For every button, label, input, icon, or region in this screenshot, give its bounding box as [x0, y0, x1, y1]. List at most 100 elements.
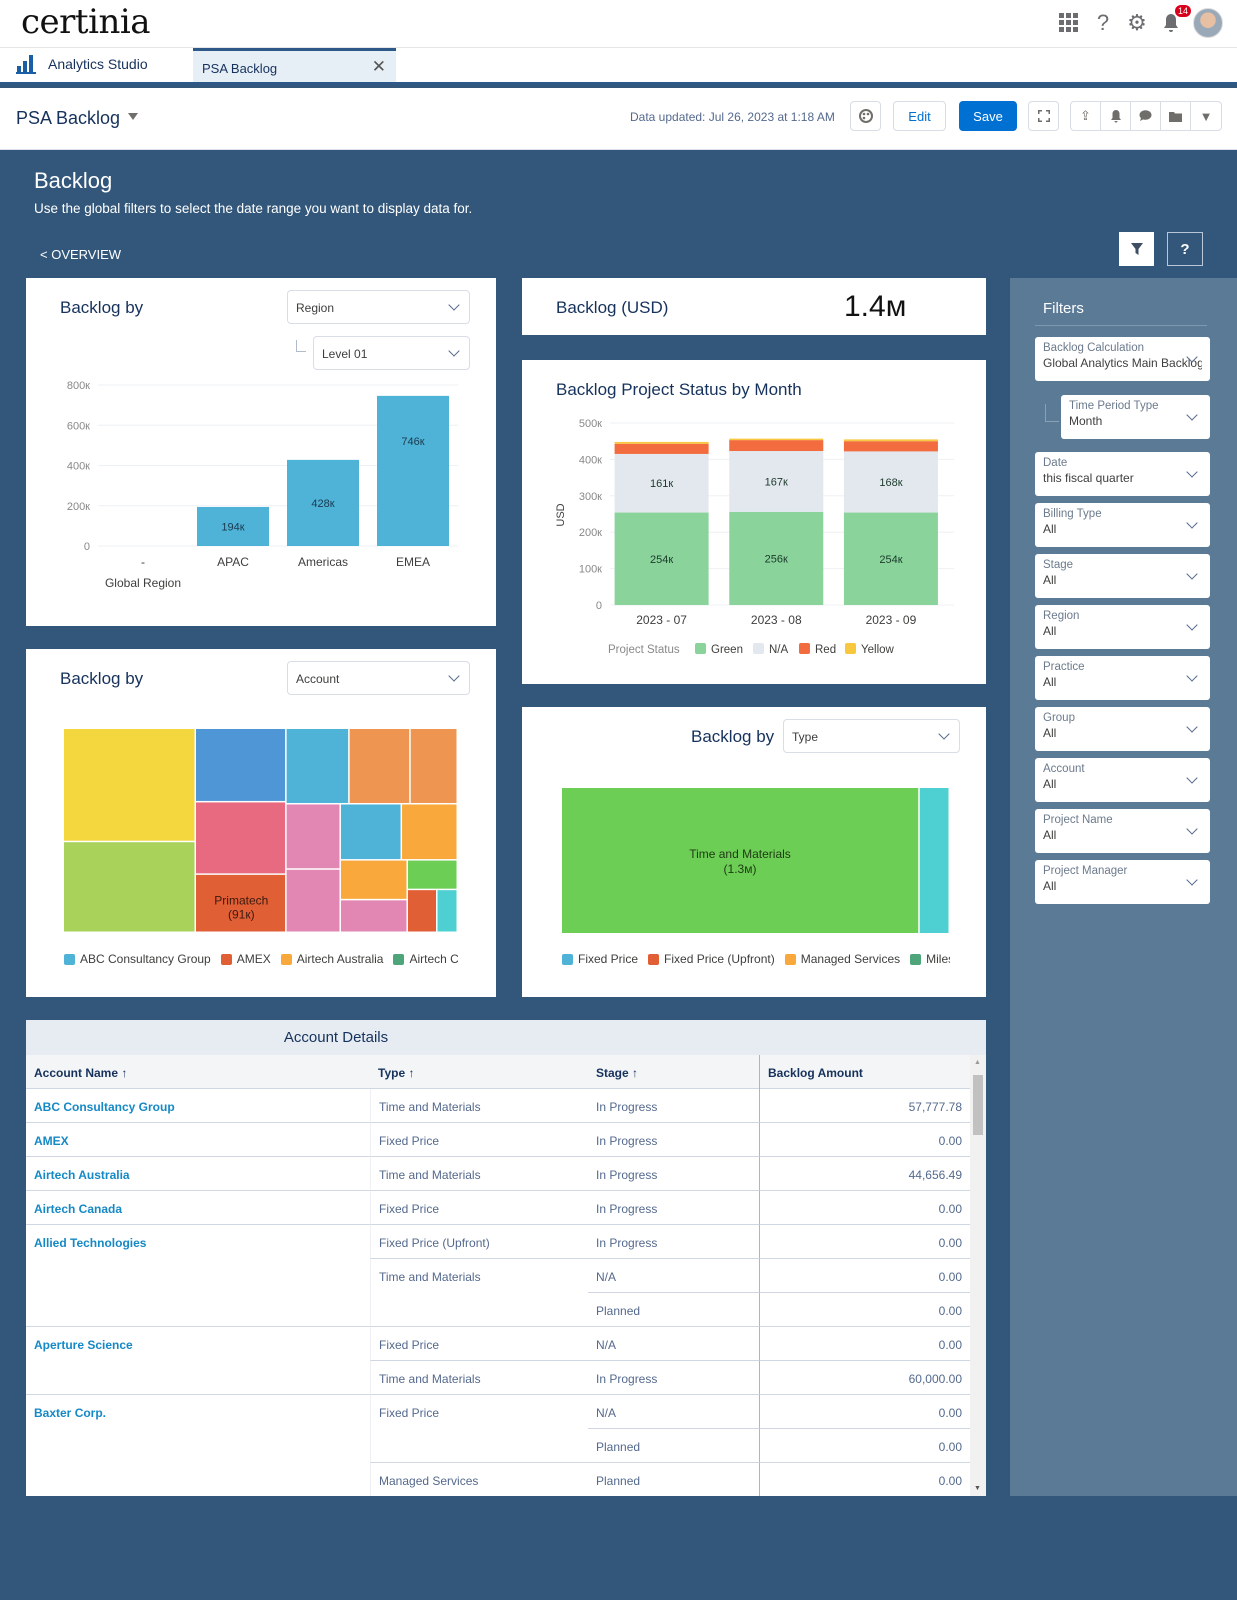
column-header[interactable]: Stage ↑: [588, 1055, 759, 1089]
stacked-segment-yellow[interactable]: [843, 439, 938, 442]
cell-account[interactable]: Aperture Science: [26, 1327, 370, 1361]
app-launcher-icon[interactable]: [1057, 11, 1081, 35]
legend-label[interactable]: N/A: [769, 644, 789, 656]
filter-account[interactable]: Account All: [1035, 758, 1210, 802]
account-treemap: Primatech(91к): [64, 729, 457, 932]
cell-account[interactable]: AMEX: [26, 1123, 370, 1157]
cell-amount: 0.00: [759, 1463, 970, 1496]
filter-billing-type[interactable]: Billing Type All: [1035, 503, 1210, 547]
fullscreen-button[interactable]: [1028, 101, 1059, 131]
level-select[interactable]: Level 01: [313, 336, 470, 370]
notifications-bell-icon[interactable]: 14: [1159, 5, 1191, 35]
share-icon[interactable]: ⇪: [1071, 102, 1101, 130]
treemap-tile[interactable]: [286, 804, 340, 869]
cell-account[interactable]: Airtech Australia: [26, 1157, 370, 1191]
filter-label: Region: [1043, 610, 1080, 622]
tile-value: (1.3м): [724, 862, 757, 876]
group-by-select[interactable]: Region: [287, 290, 470, 324]
filter-stage[interactable]: Stage All: [1035, 554, 1210, 598]
legend-item[interactable]: AMEX: [220, 952, 271, 966]
y-tick-label: 0: [596, 600, 602, 612]
treemap-tile[interactable]: [349, 729, 410, 803]
scrollbar-thumb[interactable]: [973, 1075, 983, 1135]
cell-account[interactable]: Airtech Canada: [26, 1191, 370, 1225]
treemap-tile[interactable]: [437, 890, 457, 932]
edit-button[interactable]: Edit: [893, 101, 946, 131]
y-tick-label: 0: [84, 541, 90, 553]
column-header[interactable]: Type ↑: [370, 1055, 588, 1089]
setup-gear-icon[interactable]: ⚙: [1125, 10, 1149, 35]
certinia-logo[interactable]: certinia: [21, 2, 151, 42]
treemap-tile[interactable]: [195, 729, 286, 801]
treemap-tile[interactable]: [195, 802, 286, 874]
legend-item[interactable]: ABC Consultancy Group: [64, 952, 211, 966]
column-header[interactable]: Account Name ↑: [26, 1055, 370, 1089]
treemap-tile[interactable]: [286, 869, 340, 932]
legend-item[interactable]: Fixed Price: [562, 952, 638, 966]
legend-item[interactable]: Airtech Australia: [280, 952, 383, 966]
group-by-select[interactable]: Type: [783, 719, 960, 753]
more-caret-icon[interactable]: ▼: [1191, 102, 1221, 130]
stacked-segment-red[interactable]: [843, 441, 938, 452]
legend-label[interactable]: Yellow: [861, 644, 895, 656]
table-scrollbar[interactable]: ▲ ▼: [970, 1055, 986, 1496]
filter-date[interactable]: Date this fiscal quarter: [1035, 452, 1210, 496]
legend-item[interactable]: Milesto: [910, 952, 950, 966]
treemap-tile[interactable]: [340, 900, 407, 932]
help-button[interactable]: ?: [1167, 232, 1203, 266]
legend-label[interactable]: Green: [711, 644, 743, 656]
save-button[interactable]: Save: [959, 101, 1017, 131]
treemap-tile[interactable]: [402, 804, 457, 860]
filter-project-manager[interactable]: Project Manager All: [1035, 860, 1210, 904]
filter-time-period-type[interactable]: Time Period Type Month: [1061, 395, 1210, 439]
app-name[interactable]: Analytics Studio: [16, 54, 148, 74]
toggle-filters-button[interactable]: [1119, 232, 1154, 266]
column-header[interactable]: Backlog Amount: [759, 1055, 970, 1089]
scroll-up-icon[interactable]: ▲: [974, 1059, 981, 1066]
treemap-tile[interactable]: [407, 890, 437, 932]
x-tick-label: 2023 - 08: [751, 613, 802, 627]
stacked-segment-red[interactable]: [729, 440, 824, 452]
treemap-tile[interactable]: [64, 729, 195, 841]
tab-psa-backlog[interactable]: PSA Backlog ✕: [193, 48, 396, 82]
chevron-down-icon: [448, 299, 460, 311]
backlog-by-type-card: Backlog by Type Time and Materials (1.3м)…: [522, 707, 986, 997]
treemap-tile[interactable]: [407, 860, 457, 889]
close-tab-icon[interactable]: ✕: [372, 57, 386, 77]
help-icon[interactable]: ?: [1091, 10, 1115, 35]
treemap-tile[interactable]: [340, 860, 407, 899]
treemap-tile[interactable]: [410, 729, 457, 803]
scroll-down-icon[interactable]: ▼: [974, 1485, 981, 1492]
group-by-select[interactable]: Account: [287, 661, 470, 695]
cell-account[interactable]: ABC Consultancy Group: [26, 1089, 370, 1123]
folder-icon[interactable]: [1161, 102, 1191, 130]
dashboard-menu-caret-icon[interactable]: [128, 113, 138, 120]
filter-project-name[interactable]: Project Name All: [1035, 809, 1210, 853]
filter-backlog-calculation[interactable]: Backlog Calculation Global Analytics Main…: [1035, 337, 1210, 381]
legend-item[interactable]: Managed Services: [784, 952, 900, 966]
stacked-segment-red[interactable]: [614, 443, 709, 454]
cell-account[interactable]: Allied Technologies: [26, 1225, 370, 1259]
theme-palette-button[interactable]: [850, 101, 881, 131]
stacked-segment-yellow[interactable]: [729, 438, 824, 441]
filter-label: Account: [1043, 763, 1085, 775]
filter-region[interactable]: Region All: [1035, 605, 1210, 649]
cell-account[interactable]: Baxter Corp.: [26, 1395, 370, 1429]
filter-group[interactable]: Group All: [1035, 707, 1210, 751]
overview-link[interactable]: < OVERVIEW: [40, 247, 121, 262]
stacked-segment-yellow[interactable]: [614, 441, 709, 444]
comment-icon[interactable]: [1131, 102, 1161, 130]
treemap-tile[interactable]: [340, 804, 401, 860]
treemap-tile[interactable]: [64, 842, 195, 932]
cell-amount: 0.00: [759, 1259, 970, 1293]
legend-item[interactable]: Fixed Price (Upfront): [648, 952, 775, 966]
user-avatar[interactable]: [1193, 8, 1223, 38]
legend-label[interactable]: Red: [815, 644, 836, 656]
filter-practice[interactable]: Practice All: [1035, 656, 1210, 700]
subscribe-bell-icon[interactable]: [1101, 102, 1131, 130]
legend-item[interactable]: Airtech Can: [393, 952, 458, 966]
treemap-tile[interactable]: [286, 729, 349, 803]
bar-emea[interactable]: [377, 395, 449, 546]
treemap-tile-other[interactable]: [919, 788, 949, 933]
y-tick-label: 300к: [579, 491, 602, 503]
